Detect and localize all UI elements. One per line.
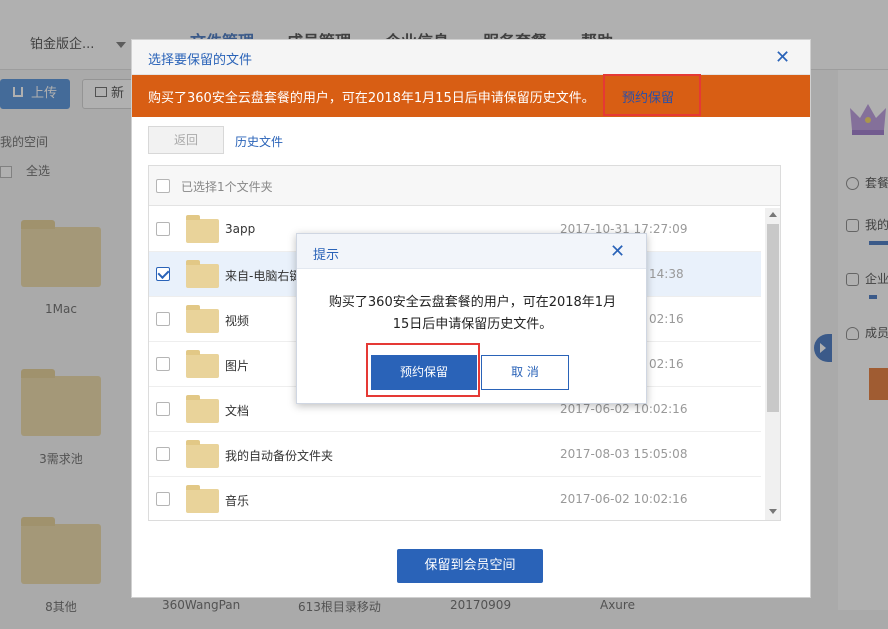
close-icon[interactable]: ✕: [610, 243, 625, 261]
folder-icon: [186, 215, 219, 243]
highlight-annotation: [366, 343, 480, 397]
file-name: 音乐: [225, 494, 250, 508]
row-checkbox[interactable]: [156, 492, 170, 506]
file-date: 02:16: [649, 312, 684, 326]
dialog-title: 选择要保留的文件: [148, 53, 253, 68]
file-date: 14:38: [649, 267, 684, 281]
row-checkbox[interactable]: [156, 402, 170, 416]
notice-banner: 购买了360安全云盘套餐的用户，可在2018年1月15日后申请保留历史文件。 预…: [132, 75, 810, 117]
prompt-header: 提示 ✕: [297, 234, 646, 269]
folder-icon: [186, 260, 219, 288]
folder-icon: [186, 395, 219, 423]
prompt-message: 购买了360安全云盘套餐的用户，可在2018年1月 15日后申请保留历史文件。: [315, 292, 630, 336]
file-list-header: 已选择1个文件夹: [149, 166, 780, 206]
scroll-down-icon[interactable]: [769, 509, 777, 514]
highlight-annotation: [603, 74, 701, 116]
file-name: 视频: [225, 314, 250, 328]
save-to-member-space-button[interactable]: 保留到会员空间: [397, 549, 543, 583]
folder-icon: [186, 350, 219, 378]
selected-count: 已选择1个文件夹: [181, 180, 273, 194]
prompt-message-line: 15日后申请保留历史文件。: [392, 317, 553, 332]
file-name: 图片: [225, 359, 250, 373]
folder-icon: [186, 305, 219, 333]
row-checkbox[interactable]: [156, 312, 170, 326]
row-checkbox[interactable]: [156, 357, 170, 371]
row-checkbox[interactable]: [156, 447, 170, 461]
file-name: 文档: [225, 404, 250, 418]
prompt-dialog: 提示 ✕ 购买了360安全云盘套餐的用户，可在2018年1月 15日后申请保留历…: [296, 233, 647, 404]
file-date: 2017-08-03 15:05:08: [560, 447, 688, 461]
file-row[interactable]: 我的自动备份文件夹 2017-08-03 15:05:08: [149, 432, 761, 477]
history-files-link[interactable]: 历史文件: [235, 133, 283, 150]
file-name: 我的自动备份文件夹: [225, 449, 334, 463]
file-row[interactable]: 音乐 2017-06-02 10:02:16: [149, 477, 761, 520]
file-date: 02:16: [649, 357, 684, 371]
scroll-up-icon[interactable]: [769, 212, 777, 217]
file-list-scrollbar[interactable]: [765, 208, 780, 520]
cancel-button[interactable]: 取 消: [481, 355, 569, 390]
file-date: 2017-06-02 10:02:16: [560, 492, 688, 506]
notice-text: 购买了360安全云盘套餐的用户，可在2018年1月15日后申请保留历史文件。: [148, 91, 595, 106]
dialog-header: 选择要保留的文件 ✕: [132, 40, 810, 75]
file-date: 2017-06-02 10:02:16: [560, 402, 688, 416]
folder-icon: [186, 440, 219, 468]
prompt-title: 提示: [313, 248, 340, 263]
file-name: 来自-电脑右键: [225, 269, 302, 283]
back-button[interactable]: 返回: [148, 126, 224, 154]
select-all-checkbox[interactable]: [156, 179, 170, 193]
row-checkbox[interactable]: [156, 267, 170, 281]
folder-icon: [186, 485, 219, 513]
file-name: 3app: [225, 222, 256, 236]
scroll-thumb[interactable]: [767, 224, 779, 412]
close-icon[interactable]: ✕: [775, 49, 790, 67]
row-checkbox[interactable]: [156, 222, 170, 236]
prompt-message-line: 购买了360安全云盘套餐的用户，可在2018年1月: [328, 295, 617, 310]
